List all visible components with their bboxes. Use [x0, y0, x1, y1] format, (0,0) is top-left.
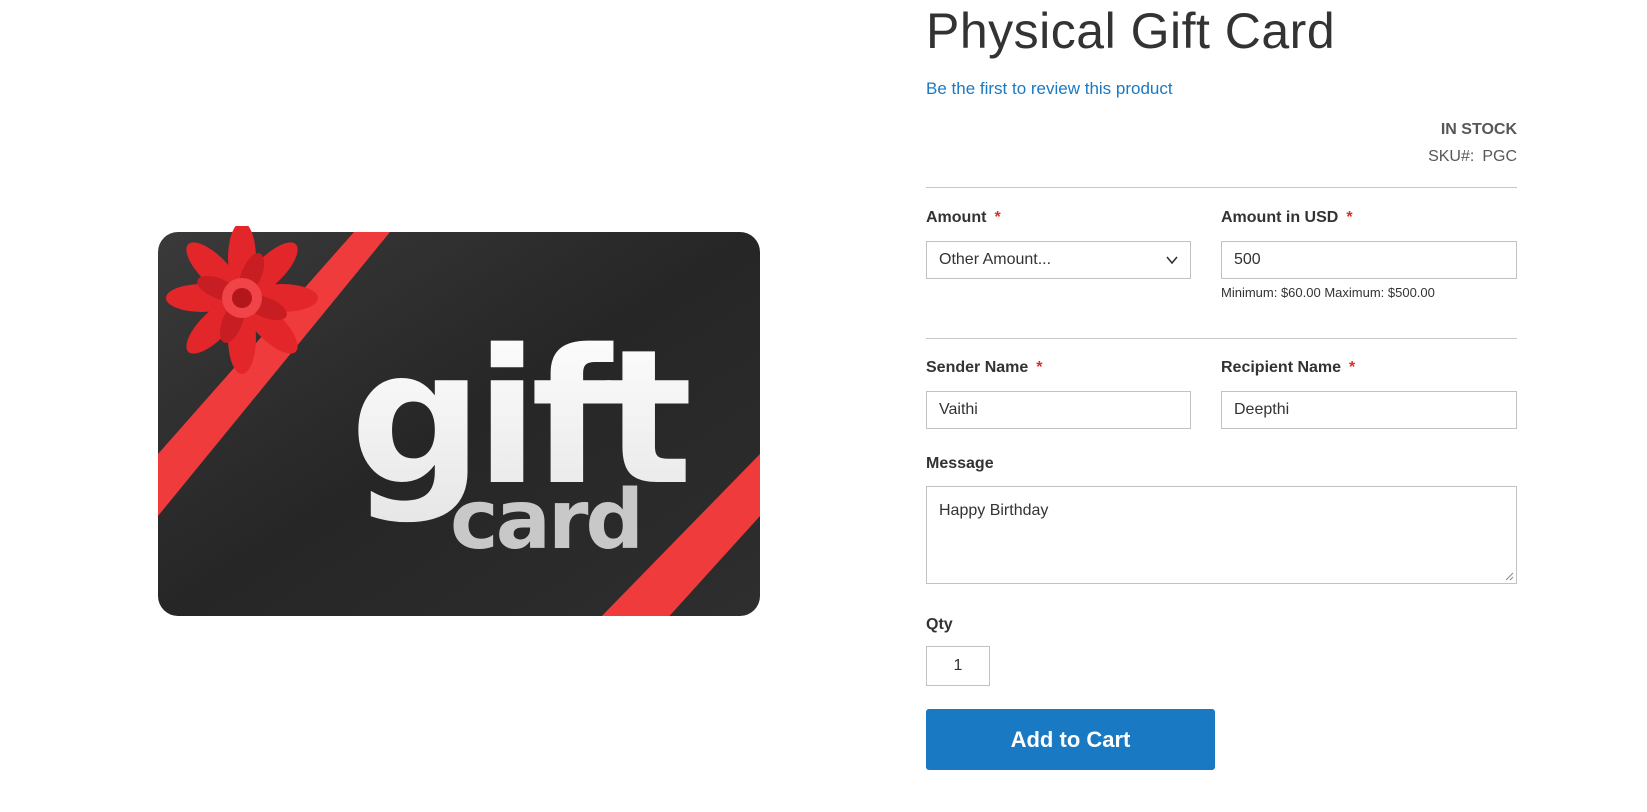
message-label: Message	[926, 455, 994, 472]
message-textarea[interactable]: Happy Birthday	[926, 486, 1517, 584]
qty-input[interactable]: 1	[926, 646, 990, 686]
recipient-name-value: Deepthi	[1234, 401, 1290, 418]
recipient-name-input[interactable]: Deepthi	[1221, 391, 1517, 429]
sku-value: PGC	[1482, 148, 1517, 165]
qty-label: Qty	[926, 616, 953, 633]
page-title: Physical Gift Card	[926, 3, 1336, 59]
qty-value: 1	[953, 657, 963, 674]
sku-label: SKU#:	[1428, 148, 1475, 165]
sku: SKU#: PGC	[1428, 148, 1517, 166]
amount-usd-label: Amount in USD *	[1221, 209, 1353, 227]
sender-name-value: Vaithi	[939, 401, 978, 418]
product-image: gift card	[154, 226, 764, 622]
card-word: card	[450, 473, 641, 568]
bow-icon	[166, 226, 318, 374]
add-to-cart-button[interactable]: Add to Cart	[926, 709, 1215, 770]
amount-usd-input[interactable]: 500	[1221, 241, 1517, 279]
product-page: gift card Physical Gift Card Be the firs…	[0, 0, 1647, 812]
amount-range-note: Minimum: $60.00 Maximum: $500.00	[1221, 285, 1435, 300]
required-mark: *	[994, 209, 1001, 226]
message-value: Happy Birthday	[939, 502, 1049, 519]
sender-name-label-text: Sender Name	[926, 359, 1029, 376]
amount-select-value: Other Amount...	[939, 251, 1052, 268]
divider	[926, 187, 1517, 188]
divider	[926, 338, 1517, 339]
stock-status: In stock	[1440, 121, 1517, 138]
amount-usd-label-text: Amount in USD	[1221, 209, 1339, 226]
review-link[interactable]: Be the first to review this product	[926, 79, 1173, 99]
sender-name-label: Sender Name *	[926, 359, 1043, 377]
resize-grip-icon[interactable]	[1504, 571, 1514, 581]
recipient-name-label: Recipient Name *	[1221, 359, 1355, 377]
required-mark: *	[1349, 359, 1356, 376]
recipient-name-label-text: Recipient Name	[1221, 359, 1342, 376]
amount-label: Amount *	[926, 209, 1001, 227]
gift-card-image: gift card	[158, 226, 760, 616]
required-mark: *	[1346, 209, 1353, 226]
required-mark: *	[1036, 359, 1043, 376]
sender-name-input[interactable]: Vaithi	[926, 391, 1191, 429]
chevron-down-icon	[1166, 256, 1178, 265]
amount-select[interactable]: Other Amount...	[926, 241, 1191, 279]
amount-usd-value: 500	[1234, 251, 1261, 268]
amount-label-text: Amount	[926, 209, 987, 226]
